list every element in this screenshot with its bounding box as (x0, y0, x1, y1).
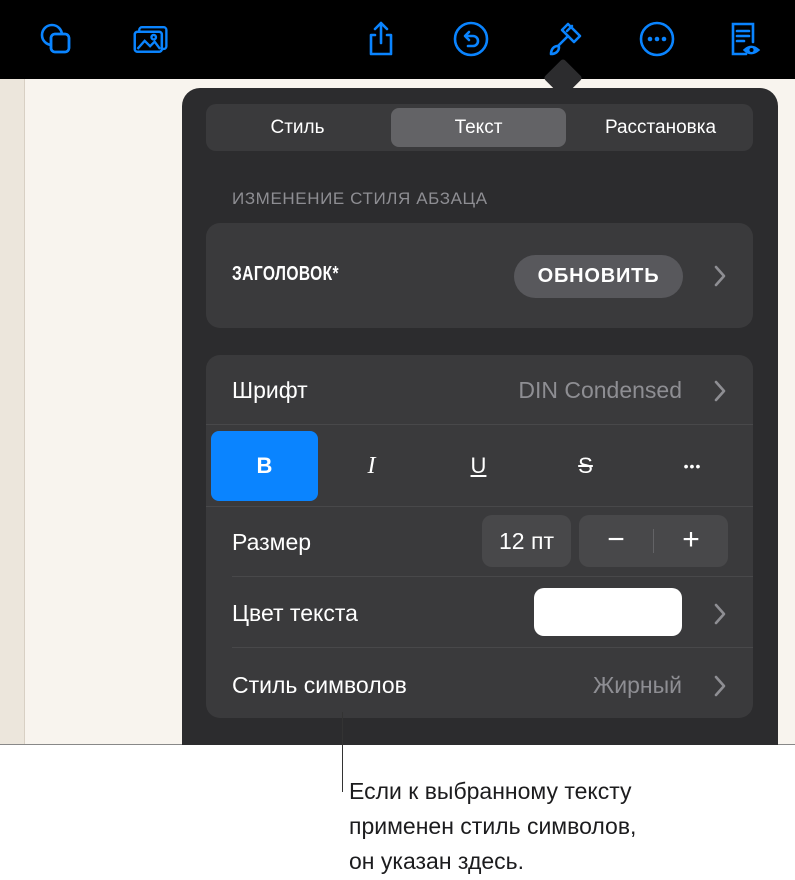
italic-button[interactable]: I (318, 431, 425, 501)
divider (206, 424, 753, 425)
chevron-right-icon (713, 264, 727, 288)
text-color-swatch[interactable] (534, 588, 682, 636)
divider (232, 647, 753, 648)
strikethrough-button[interactable]: S (532, 431, 639, 501)
media-icon[interactable] (130, 18, 172, 60)
paragraph-style-name: ЗАГОЛОВОК* (232, 263, 340, 285)
bold-button[interactable]: B (211, 431, 318, 501)
underline-button[interactable]: U (425, 431, 532, 501)
increase-size-button[interactable]: + (654, 515, 728, 567)
font-value[interactable]: DIN Condensed (518, 377, 682, 404)
tab-text[interactable]: Текст (391, 108, 566, 147)
character-style-label: Стиль символов (232, 672, 407, 698)
chevron-right-icon[interactable] (713, 674, 727, 698)
paragraph-style-row[interactable]: ЗАГОЛОВОК* ОБНОВИТЬ (206, 223, 753, 328)
tab-segmented-control: Стиль Текст Расстановка (206, 104, 753, 151)
decrease-size-button[interactable]: − (579, 515, 653, 567)
more-text-options-button[interactable]: ••• (639, 431, 746, 501)
character-style-value[interactable]: Жирный (593, 672, 682, 699)
callout-line: Если к выбранному тексту (349, 778, 632, 804)
format-paintbrush-icon[interactable] (544, 18, 586, 60)
chevron-right-icon[interactable] (713, 602, 727, 626)
format-panel: Стиль Текст Расстановка ИЗМЕНЕНИЕ СТИЛЯ … (182, 88, 778, 745)
size-label: Размер (232, 529, 312, 555)
undo-icon[interactable] (450, 18, 492, 60)
divider (232, 576, 753, 577)
tab-style[interactable]: Стиль (210, 108, 385, 147)
toolbar (0, 0, 795, 79)
update-style-button[interactable]: ОБНОВИТЬ (514, 255, 683, 298)
chevron-right-icon[interactable] (713, 379, 727, 403)
callout-line: применен стиль символов, (349, 813, 637, 839)
section-header: ИЗМЕНЕНИЕ СТИЛЯ АБЗАЦА (232, 189, 488, 208)
font-size-stepper: − + (579, 515, 728, 567)
more-icon[interactable] (636, 18, 678, 60)
font-size-field[interactable]: 12 пт (482, 515, 571, 567)
share-icon[interactable] (360, 18, 402, 60)
font-label: Шрифт (232, 377, 308, 403)
reading-view-icon[interactable] (722, 18, 764, 60)
shapes-icon[interactable] (35, 18, 77, 60)
callout-line: он указан здесь. (349, 848, 525, 874)
callout-leader-line (342, 712, 343, 792)
text-color-label: Цвет текста (232, 600, 358, 626)
tab-arrangement[interactable]: Расстановка (572, 108, 749, 147)
divider (206, 506, 753, 507)
callout-text: Если к выбранному тексту применен стиль … (349, 774, 789, 879)
